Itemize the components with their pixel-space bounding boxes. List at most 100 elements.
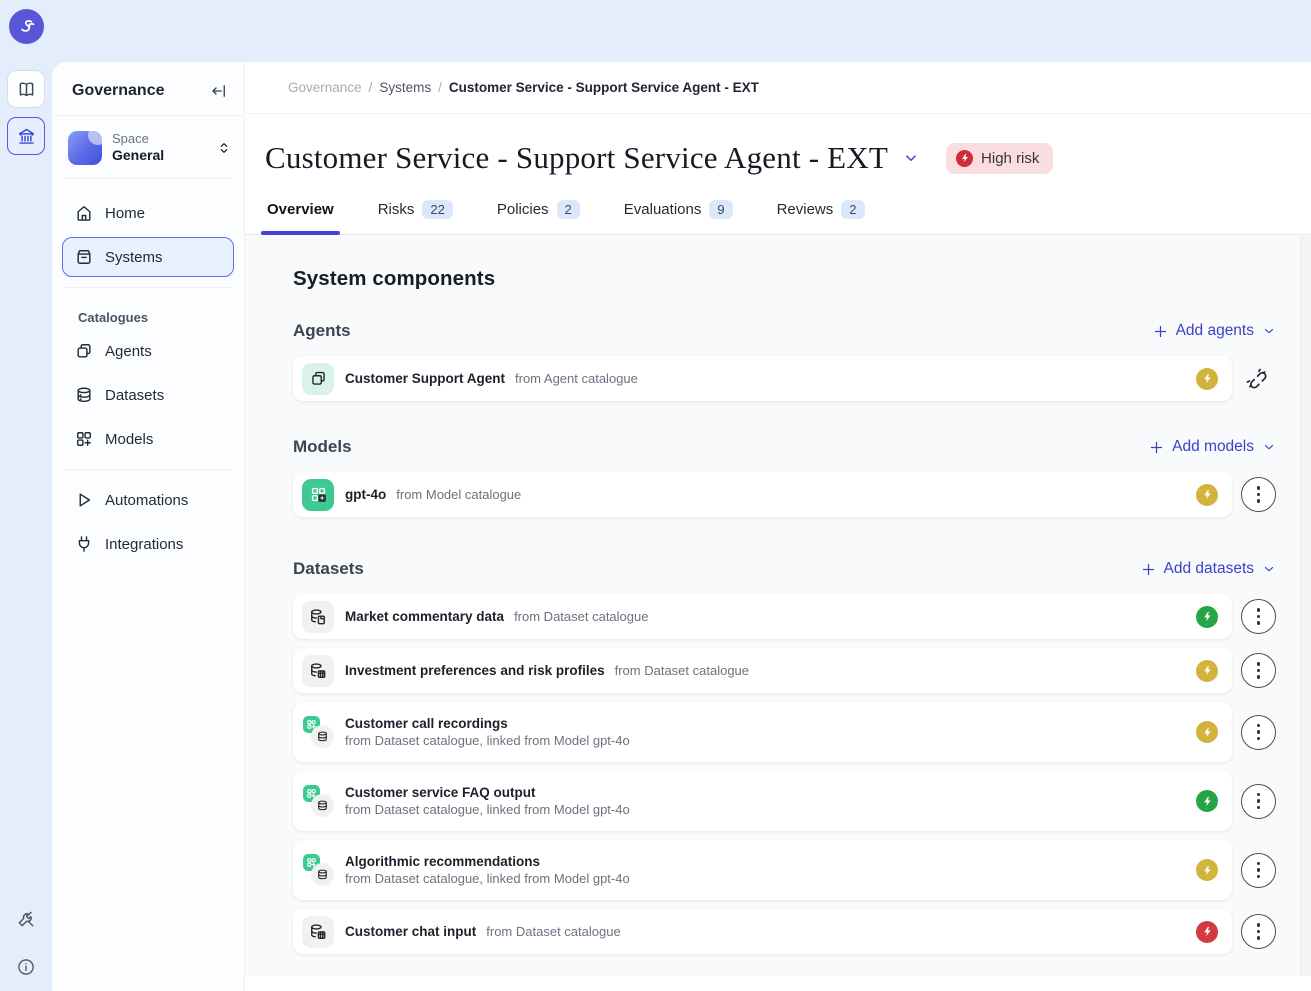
add-datasets-button[interactable]: Add datasets bbox=[1141, 560, 1276, 578]
dataset-card-customer-call-recordings[interactable]: Customer call recordings from Dataset ca… bbox=[293, 702, 1232, 762]
plus-icon bbox=[1153, 324, 1168, 339]
plug-icon bbox=[74, 534, 94, 554]
dataset-row: Customer chat input from Dataset catalog… bbox=[293, 909, 1276, 954]
collapse-sidebar-icon bbox=[210, 82, 228, 100]
app-logo-icon[interactable] bbox=[9, 9, 44, 44]
status-badge bbox=[1196, 721, 1218, 743]
database-icon bbox=[74, 385, 94, 405]
breadcrumb-governance[interactable]: Governance bbox=[288, 80, 362, 95]
dataset-table-icon bbox=[302, 916, 334, 948]
status-badge bbox=[1196, 606, 1218, 628]
agents-section: Agents Add agents bbox=[293, 321, 1276, 401]
status-badge bbox=[1196, 484, 1218, 506]
sidebar-item-automations[interactable]: Automations bbox=[62, 480, 234, 520]
tab-policies[interactable]: Policies 2 bbox=[497, 200, 580, 234]
play-icon bbox=[74, 490, 94, 510]
item-source: from Dataset catalogue, linked from Mode… bbox=[345, 871, 630, 886]
status-badge bbox=[1196, 790, 1218, 812]
collapse-sidebar-button[interactable] bbox=[210, 82, 228, 100]
item-title: Customer chat input bbox=[345, 924, 476, 939]
dataset-table-icon bbox=[302, 655, 334, 687]
dataset-linked-model-icon bbox=[302, 854, 334, 886]
dataset-card-investment-preferences[interactable]: Investment preferences and risk profiles… bbox=[293, 648, 1232, 693]
sidebar-item-label: Integrations bbox=[105, 536, 183, 553]
status-badge bbox=[1196, 660, 1218, 682]
info-button[interactable] bbox=[15, 956, 37, 978]
sidebar-item-label: Agents bbox=[105, 343, 152, 360]
chevron-down-icon bbox=[1262, 324, 1276, 338]
space-selector[interactable]: Space General bbox=[68, 131, 232, 165]
add-models-button[interactable]: Add models bbox=[1149, 438, 1276, 456]
kebab-menu-button[interactable] bbox=[1241, 653, 1276, 688]
kebab-menu-button[interactable] bbox=[1241, 914, 1276, 949]
database-mini-icon bbox=[311, 794, 334, 817]
kebab-menu-button[interactable] bbox=[1241, 853, 1276, 888]
tab-label: Policies bbox=[497, 201, 549, 218]
space-label: Space bbox=[112, 131, 206, 147]
library-nav-button[interactable] bbox=[7, 70, 45, 108]
status-badge bbox=[1196, 368, 1218, 390]
tools-button[interactable] bbox=[15, 908, 37, 930]
page-body: System components Agents Add agents bbox=[245, 235, 1311, 976]
dataset-card-customer-service-faq-output[interactable]: Customer service FAQ output from Dataset… bbox=[293, 771, 1232, 831]
kebab-menu-button[interactable] bbox=[1241, 599, 1276, 634]
sidebar-item-label: Systems bbox=[105, 249, 163, 266]
left-icon-rail bbox=[0, 0, 52, 991]
tab-label: Overview bbox=[267, 201, 334, 218]
tab-label: Reviews bbox=[777, 201, 834, 218]
item-title: Investment preferences and risk profiles bbox=[345, 663, 605, 678]
add-models-label: Add models bbox=[1172, 438, 1254, 456]
tab-count-badge: 22 bbox=[422, 200, 452, 219]
breadcrumb-separator: / bbox=[438, 80, 442, 95]
add-agents-label: Add agents bbox=[1176, 322, 1254, 340]
dataset-card-customer-chat-input[interactable]: Customer chat input from Dataset catalog… bbox=[293, 909, 1232, 954]
dataset-card-algorithmic-recommendations[interactable]: Algorithmic recommendations from Dataset… bbox=[293, 840, 1232, 900]
kebab-menu-button[interactable] bbox=[1241, 715, 1276, 750]
dataset-card-market-commentary-data[interactable]: Market commentary data from Dataset cata… bbox=[293, 594, 1232, 639]
item-source: from Dataset catalogue bbox=[615, 663, 749, 678]
tab-risks[interactable]: Risks 22 bbox=[378, 200, 453, 234]
tab-reviews[interactable]: Reviews 2 bbox=[777, 200, 865, 234]
item-source: from Dataset catalogue, linked from Mode… bbox=[345, 802, 630, 817]
agents-section-title: Agents bbox=[293, 321, 351, 341]
risk-badge: High risk bbox=[946, 143, 1053, 174]
breadcrumb-separator: / bbox=[369, 80, 373, 95]
tools-icon bbox=[16, 909, 36, 929]
kebab-menu-button[interactable] bbox=[1241, 477, 1276, 512]
dataset-row: Algorithmic recommendations from Dataset… bbox=[293, 840, 1276, 900]
sidebar-item-models[interactable]: Models bbox=[62, 419, 234, 459]
breadcrumb-systems[interactable]: Systems bbox=[379, 80, 431, 95]
book-icon bbox=[16, 79, 37, 100]
tab-count-badge: 2 bbox=[841, 200, 864, 219]
risk-badge-label: High risk bbox=[981, 150, 1039, 167]
sidebar-item-integrations[interactable]: Integrations bbox=[62, 524, 234, 564]
sidebar-item-systems[interactable]: Systems bbox=[62, 237, 234, 277]
governance-nav-button[interactable] bbox=[7, 117, 45, 155]
sidebar-item-datasets[interactable]: Datasets bbox=[62, 375, 234, 415]
datasets-section: Datasets Add datasets bbox=[293, 559, 1276, 954]
status-badge bbox=[1196, 859, 1218, 881]
chevron-down-icon bbox=[902, 149, 920, 167]
breadcrumb: Governance / Systems / Customer Service … bbox=[245, 62, 1311, 114]
main-content: Governance / Systems / Customer Service … bbox=[245, 62, 1311, 991]
kebab-menu-button[interactable] bbox=[1241, 784, 1276, 819]
tab-overview[interactable]: Overview bbox=[267, 200, 334, 234]
item-source: from Dataset catalogue bbox=[486, 924, 620, 939]
agent-row: Customer Support Agent from Agent catalo… bbox=[293, 356, 1276, 401]
sidebar-item-agents[interactable]: Agents bbox=[62, 331, 234, 371]
bank-icon bbox=[16, 126, 37, 147]
tab-evaluations[interactable]: Evaluations 9 bbox=[624, 200, 733, 234]
add-agents-button[interactable]: Add agents bbox=[1153, 322, 1276, 340]
unlink-button[interactable] bbox=[1245, 367, 1268, 390]
dataset-linked-model-icon bbox=[302, 785, 334, 817]
sidebar-item-home[interactable]: Home bbox=[62, 193, 234, 233]
dataset-linked-model-icon bbox=[302, 716, 334, 748]
title-dropdown-button[interactable] bbox=[902, 149, 920, 167]
scrollbar-gutter[interactable] bbox=[1300, 235, 1311, 976]
system-components-heading: System components bbox=[293, 267, 1311, 291]
model-card-gpt-4o[interactable]: gpt-4o from Model catalogue bbox=[293, 472, 1232, 517]
item-title: Customer call recordings bbox=[345, 716, 508, 731]
datasets-section-title: Datasets bbox=[293, 559, 364, 579]
tab-count-badge: 2 bbox=[557, 200, 580, 219]
agent-card-customer-support-agent[interactable]: Customer Support Agent from Agent catalo… bbox=[293, 356, 1232, 401]
